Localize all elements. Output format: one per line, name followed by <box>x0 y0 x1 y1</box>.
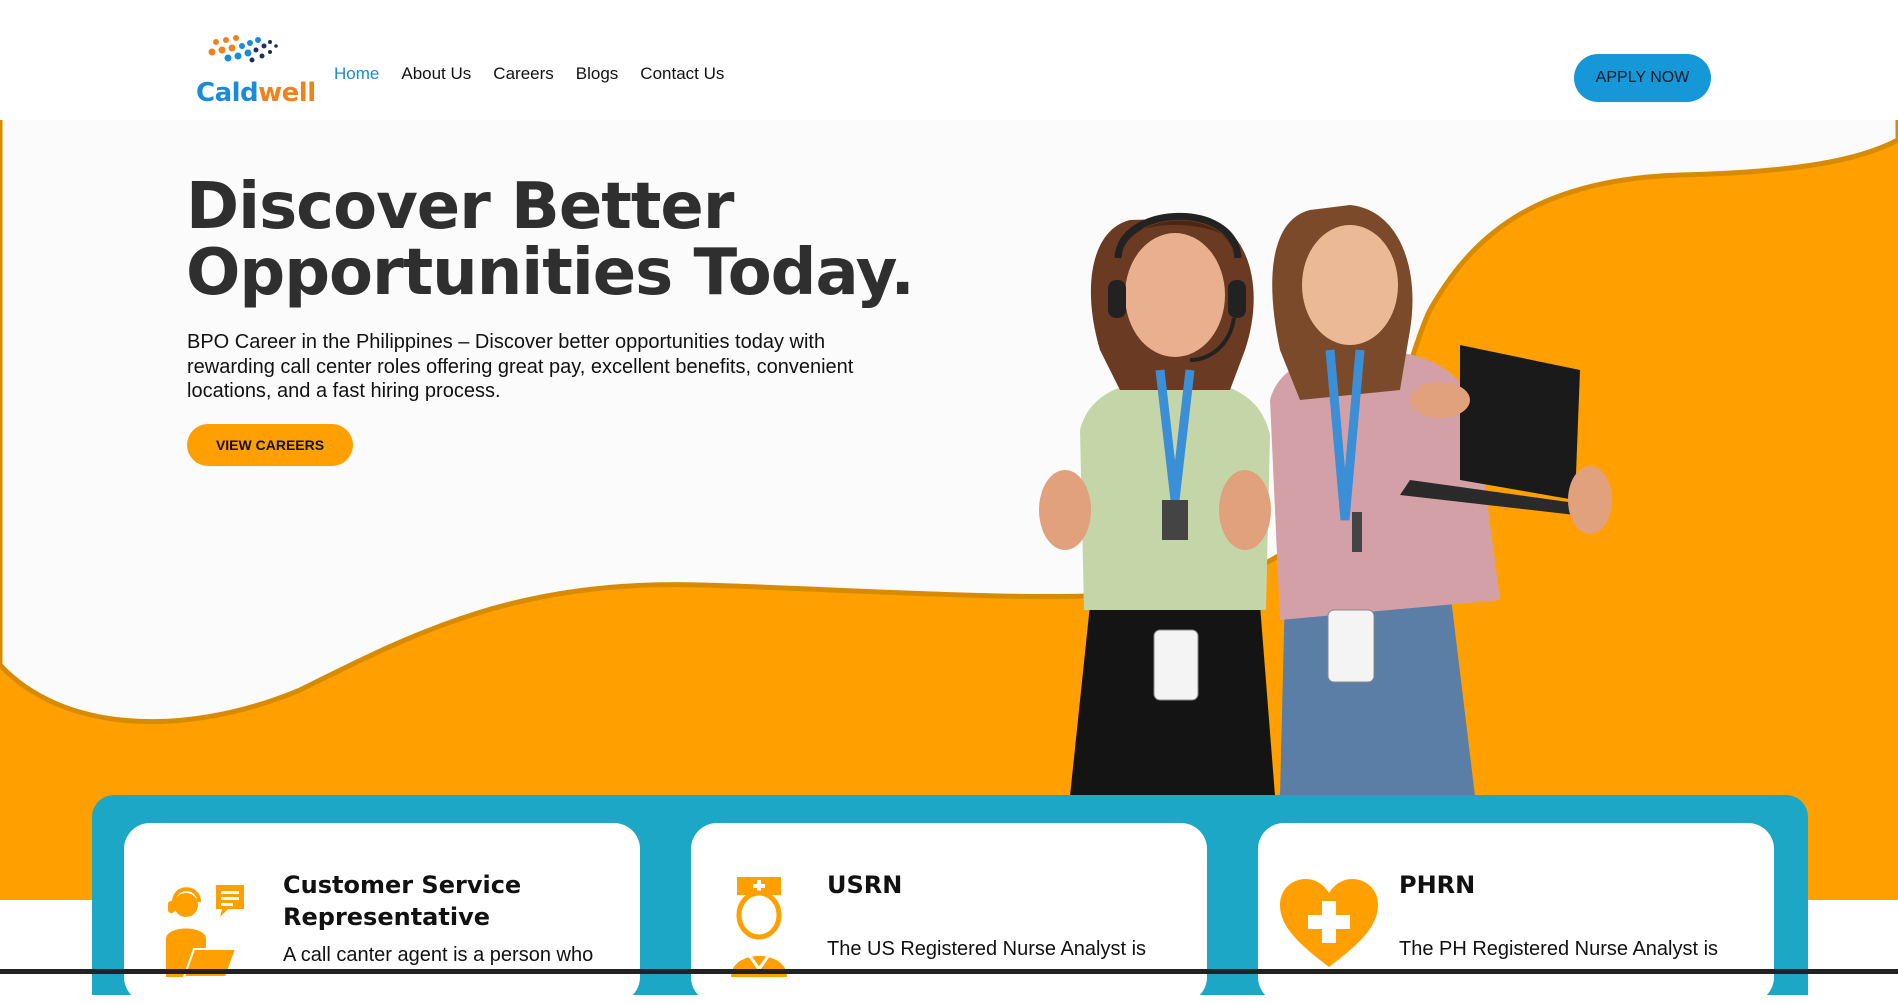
hero-title-line2: Opportunities Today. <box>186 236 915 310</box>
view-careers-button[interactable]: VIEW CAREERS <box>187 424 353 466</box>
nurse-icon <box>731 877 787 977</box>
agent-left-figure <box>1039 212 1275 796</box>
card-desc-csr: A call canter agent is a person who <box>283 944 594 966</box>
nav-about-us[interactable]: About Us <box>401 64 471 84</box>
hero-title: Discover Better Opportunities Today. <box>186 174 915 306</box>
hero-agents-photo <box>1039 205 1612 796</box>
main-nav: Home About Us Careers Blogs Contact Us <box>334 64 724 84</box>
card-customer-service[interactable]: Customer Service Representative A call c… <box>124 823 640 1003</box>
logo-wordmark: Caldwell <box>196 78 316 108</box>
nav-contact-us[interactable]: Contact Us <box>640 64 724 84</box>
card-desc-usrn: The US Registered Nurse Analyst is <box>827 938 1147 960</box>
nav-blogs[interactable]: Blogs <box>576 64 619 84</box>
card-phrn[interactable]: PHRN The PH Registered Nurse Analyst is <box>1258 823 1774 1003</box>
card-title-usrn: USRN <box>827 871 903 899</box>
window-bottom-edge <box>0 969 1898 974</box>
logo-dots-icon <box>208 35 278 63</box>
card-title-phrn: PHRN <box>1399 871 1476 899</box>
card-usrn[interactable]: USRN The US Registered Nurse Analyst is <box>691 823 1207 1003</box>
hero-description: BPO Career in the Philippines – Discover… <box>187 331 854 402</box>
hero-title-line1: Discover Better <box>186 170 734 244</box>
site-header: Caldwell Home About Us Careers Blogs Con… <box>0 0 1898 120</box>
agent-headset-icon <box>166 885 244 977</box>
card-title-csr: Customer Service Representative <box>283 871 522 931</box>
heart-plus-icon <box>1280 879 1378 967</box>
nav-home[interactable]: Home <box>334 64 379 84</box>
nav-careers[interactable]: Careers <box>493 64 553 84</box>
caldwell-logo[interactable]: Caldwell <box>192 30 316 110</box>
card-desc-phrn: The PH Registered Nurse Analyst is <box>1399 938 1719 960</box>
apply-now-button[interactable]: APPLY NOW <box>1574 54 1711 102</box>
agent-right-figure <box>1270 205 1612 796</box>
